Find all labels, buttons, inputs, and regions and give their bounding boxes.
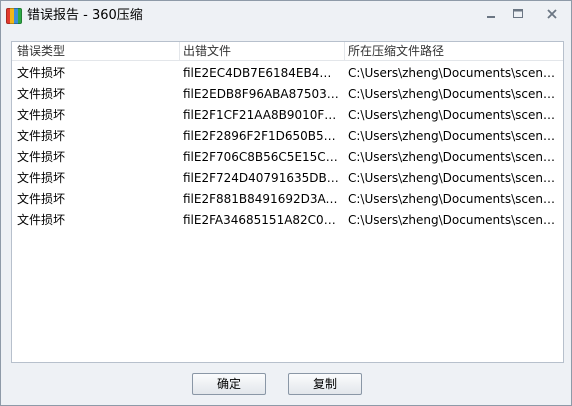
column-divider[interactable] xyxy=(179,42,180,60)
error-type-cell: 文件损坏 xyxy=(17,150,66,164)
column-header-archive-path[interactable]: 所在压缩文件路径 xyxy=(348,42,558,60)
table-row[interactable]: 文件损坏 filE2EC4DB7E6184EB422... C:\Users\z… xyxy=(12,63,563,84)
error-type-cell: 文件损坏 xyxy=(17,129,66,143)
list-header: 错误类型 出错文件 所在压缩文件路径 xyxy=(12,42,563,61)
error-file-cell: filE2F724D40791635DBD... xyxy=(183,171,339,185)
error-file-cell: filE2F706C8B56C5E15CF... xyxy=(183,150,339,164)
copy-button[interactable]: 复制 xyxy=(288,373,362,395)
column-header-error-file[interactable]: 出错文件 xyxy=(183,42,338,60)
table-row[interactable]: 文件损坏 filE2EDB8F96ABA875034... C:\Users\z… xyxy=(12,84,563,105)
error-type-cell: 文件损坏 xyxy=(17,213,66,227)
error-type-cell: 文件损坏 xyxy=(17,87,66,101)
table-row[interactable]: 文件损坏 filE2FA34685151A82C00... C:\Users\z… xyxy=(12,210,563,231)
error-file-cell: filE2F2896F2F1D650B526... xyxy=(183,129,339,143)
archive-path-cell: C:\Users\zheng\Documents\scene... xyxy=(348,150,556,164)
error-file-cell: filE2EDB8F96ABA875034... xyxy=(183,87,339,101)
error-type-cell: 文件损坏 xyxy=(17,171,66,185)
list-rows: 文件损坏 filE2EC4DB7E6184EB422... C:\Users\z… xyxy=(12,63,563,231)
minimize-icon[interactable] xyxy=(480,6,502,22)
ok-button[interactable]: 确定 xyxy=(192,373,266,395)
error-file-cell: filE2F881B8491692D3AC... xyxy=(183,192,339,206)
column-divider[interactable] xyxy=(344,42,345,60)
table-row[interactable]: 文件损坏 filE2F706C8B56C5E15CF... C:\Users\z… xyxy=(12,147,563,168)
archive-path-cell: C:\Users\zheng\Documents\scene... xyxy=(348,213,556,227)
archive-path-cell: C:\Users\zheng\Documents\scene... xyxy=(348,129,556,143)
window-title: 错误报告 - 360压缩 xyxy=(27,8,143,23)
table-row[interactable]: 文件损坏 filE2F1CF21AA8B9010F79... C:\Users\… xyxy=(12,105,563,126)
table-row[interactable]: 文件损坏 filE2F724D40791635DBD... C:\Users\z… xyxy=(12,168,563,189)
maximize-icon[interactable] xyxy=(507,6,529,22)
column-header-error-type[interactable]: 错误类型 xyxy=(17,42,177,60)
close-icon[interactable] xyxy=(541,6,563,22)
table-row[interactable]: 文件损坏 filE2F881B8491692D3AC... C:\Users\z… xyxy=(12,189,563,210)
archive-path-cell: C:\Users\zheng\Documents\scene... xyxy=(348,192,556,206)
archive-path-cell: C:\Users\zheng\Documents\scene... xyxy=(348,171,556,185)
error-file-cell: filE2EC4DB7E6184EB422... xyxy=(183,66,339,80)
error-file-cell: filE2F1CF21AA8B9010F79... xyxy=(183,108,339,122)
app-icon xyxy=(6,8,22,24)
error-file-cell: filE2FA34685151A82C00... xyxy=(183,213,339,227)
error-list[interactable]: 错误类型 出错文件 所在压缩文件路径 文件损坏 filE2EC4DB7E6184… xyxy=(11,41,564,363)
title-bar[interactable]: 错误报告 - 360压缩 xyxy=(1,1,571,31)
error-type-cell: 文件损坏 xyxy=(17,66,66,80)
error-report-window: 错误报告 - 360压缩 错误类型 出错文件 所在压缩文件路径 文件损坏 fil… xyxy=(0,0,572,406)
archive-path-cell: C:\Users\zheng\Documents\scene... xyxy=(348,66,556,80)
archive-path-cell: C:\Users\zheng\Documents\scene... xyxy=(348,87,556,101)
error-type-cell: 文件损坏 xyxy=(17,192,66,206)
table-row[interactable]: 文件损坏 filE2F2896F2F1D650B526... C:\Users\… xyxy=(12,126,563,147)
error-type-cell: 文件损坏 xyxy=(17,108,66,122)
archive-path-cell: C:\Users\zheng\Documents\scene... xyxy=(348,108,556,122)
